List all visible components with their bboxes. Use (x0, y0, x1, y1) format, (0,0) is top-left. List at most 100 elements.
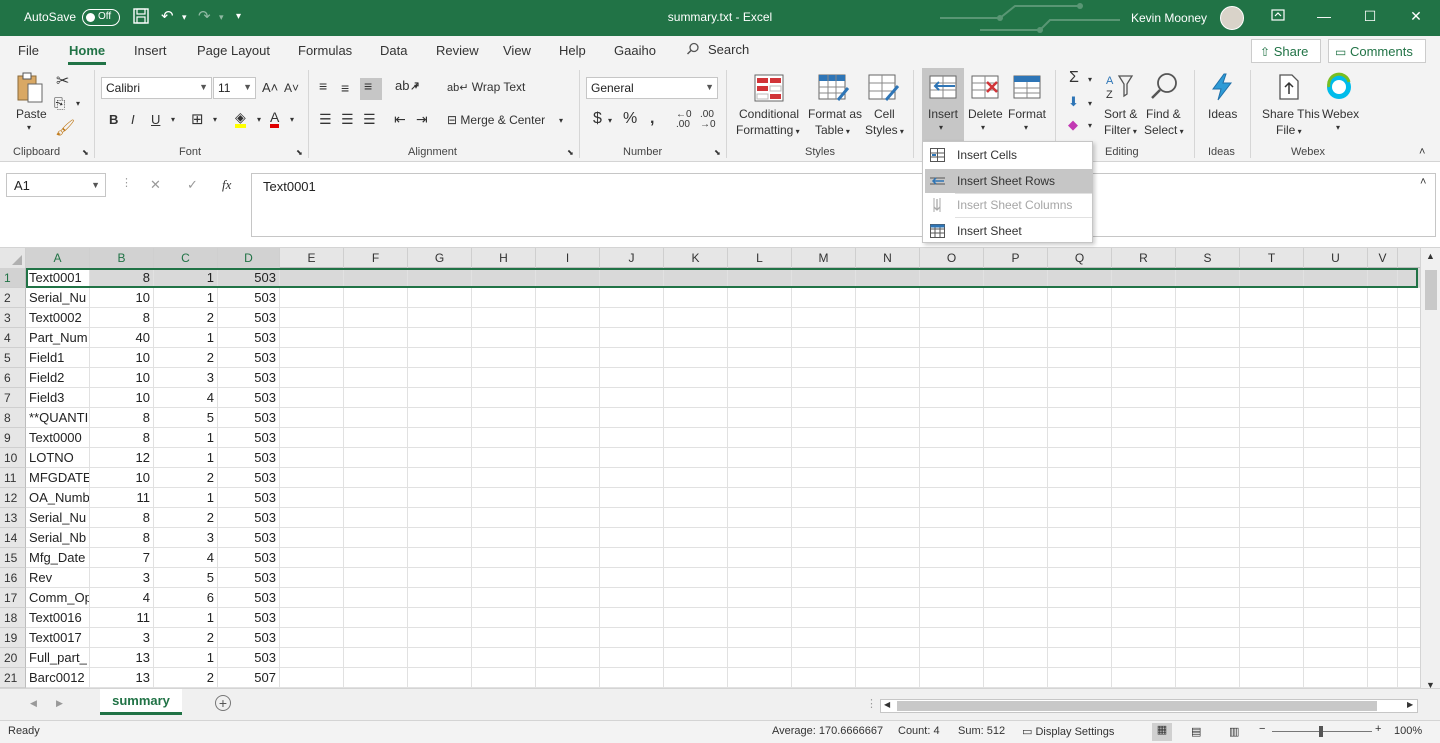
grid-cell[interactable] (984, 608, 1048, 628)
grid-cell[interactable] (1048, 608, 1112, 628)
grid-cell[interactable] (1304, 388, 1368, 408)
grid-cell[interactable] (984, 648, 1048, 668)
customize-toolbar-icon[interactable]: ▾ (236, 11, 241, 22)
grid-cell[interactable] (856, 648, 920, 668)
scroll-right-icon[interactable]: ▶ (1407, 700, 1413, 709)
percent-icon[interactable]: % (623, 110, 637, 128)
undo-dropdown-icon[interactable]: ▾ (182, 12, 187, 23)
grid-cell[interactable] (664, 288, 728, 308)
tab-file[interactable]: File (18, 43, 39, 58)
grid-cell[interactable] (1176, 488, 1240, 508)
grid-cell[interactable] (600, 468, 664, 488)
grid-cell[interactable] (920, 308, 984, 328)
sort-filter-label-1[interactable]: Sort & (1104, 107, 1137, 121)
grid-cell[interactable] (792, 328, 856, 348)
format-cells-label[interactable]: Format (1008, 107, 1046, 121)
merge-center-button[interactable]: ⊟ Merge & Center (447, 113, 545, 127)
grid-cell[interactable]: 2 (154, 308, 218, 328)
grid-cell[interactable] (1176, 408, 1240, 428)
format-as-table-icon[interactable] (818, 74, 850, 104)
grid-cell[interactable] (280, 508, 344, 528)
grid-cell[interactable] (728, 288, 792, 308)
column-header-u[interactable]: U (1304, 248, 1368, 268)
underline-dropdown-icon[interactable]: ▾ (171, 115, 175, 124)
grid-cell[interactable] (1112, 588, 1176, 608)
orientation-dropdown-icon[interactable]: ▾ (414, 82, 418, 91)
display-settings-button[interactable]: ▭ Display Settings (1022, 725, 1114, 738)
grid-cell[interactable] (728, 408, 792, 428)
prev-sheet-icon[interactable]: ◀ (30, 698, 37, 709)
grid-cell[interactable] (472, 528, 536, 548)
grid-cell[interactable] (1368, 628, 1398, 648)
page-break-view-icon[interactable]: ▥ (1229, 725, 1239, 738)
expand-formula-bar-icon[interactable]: ˄ (1420, 176, 1426, 188)
grid-cell[interactable] (408, 288, 472, 308)
grid-cell[interactable] (1368, 588, 1398, 608)
grid-cell[interactable] (536, 568, 600, 588)
grid-cell[interactable] (1112, 408, 1176, 428)
ribbon-display-icon[interactable] (1268, 8, 1288, 24)
grid-cell[interactable] (920, 448, 984, 468)
grid-cell[interactable] (1304, 348, 1368, 368)
fill-color-dropdown-icon[interactable]: ▾ (257, 115, 261, 124)
borders-dropdown-icon[interactable]: ▾ (213, 115, 217, 124)
grid-cell[interactable] (728, 508, 792, 528)
grid-cell[interactable] (1368, 508, 1398, 528)
fill-dropdown-icon[interactable]: ▾ (1088, 99, 1092, 108)
grid-cell[interactable]: 503 (218, 328, 280, 348)
grid-cell[interactable] (344, 408, 408, 428)
enter-icon[interactable]: ✓ (187, 177, 198, 193)
grid-cell[interactable]: 8 (90, 428, 154, 448)
grid-cell[interactable]: Serial_Nu (26, 288, 90, 308)
grid-cell[interactable] (1368, 448, 1398, 468)
grid-cell[interactable] (792, 548, 856, 568)
grid-cell[interactable] (664, 328, 728, 348)
row-header[interactable]: 19 (0, 628, 26, 648)
grid-cell[interactable] (344, 308, 408, 328)
sort-filter-button[interactable]: Filter ▾ (1104, 123, 1137, 137)
grid-cell[interactable] (1048, 468, 1112, 488)
grid-cell[interactable] (728, 388, 792, 408)
grid-cell[interactable] (536, 388, 600, 408)
grid-cell[interactable]: 3 (154, 528, 218, 548)
grid-cell[interactable] (792, 608, 856, 628)
fill-color-icon[interactable]: ◈ (235, 110, 246, 128)
grid-cell[interactable] (600, 648, 664, 668)
grid-cell[interactable] (536, 268, 600, 288)
grid-cell[interactable] (856, 528, 920, 548)
grid-cell[interactable] (344, 648, 408, 668)
grid-cell[interactable] (408, 368, 472, 388)
grid-cell[interactable] (600, 328, 664, 348)
minimize-icon[interactable]: — (1314, 8, 1334, 24)
grid-cell[interactable]: 8 (90, 408, 154, 428)
grid-cell[interactable] (1368, 328, 1398, 348)
grid-cell[interactable]: Text0017 (26, 628, 90, 648)
column-header-p[interactable]: P (984, 248, 1048, 268)
vertical-scroll-thumb[interactable] (1425, 270, 1437, 310)
grid-cell[interactable] (792, 288, 856, 308)
grid-cell[interactable]: 3 (90, 628, 154, 648)
column-header-c[interactable]: C (154, 248, 218, 268)
grid-cell[interactable] (1304, 408, 1368, 428)
grid-cell[interactable] (1240, 628, 1304, 648)
grid-cell[interactable] (728, 568, 792, 588)
font-launcher-icon[interactable]: ⬊ (296, 148, 303, 157)
grid-cell[interactable]: 2 (154, 468, 218, 488)
grid-cell[interactable] (1112, 488, 1176, 508)
grid-cell[interactable] (1176, 468, 1240, 488)
grid-cell[interactable]: 507 (218, 668, 280, 688)
grid-cell[interactable]: 10 (90, 368, 154, 388)
column-header-a[interactable]: A (26, 248, 90, 268)
grid-cell[interactable] (1176, 608, 1240, 628)
decrease-decimal-icon[interactable]: .00 →0 (700, 110, 716, 130)
grid-cell[interactable] (984, 308, 1048, 328)
grid-cell[interactable] (1240, 568, 1304, 588)
grid-cell[interactable] (728, 528, 792, 548)
webex-icon[interactable] (1324, 72, 1356, 102)
grid-cell[interactable] (1112, 568, 1176, 588)
grid-cell[interactable] (728, 588, 792, 608)
grid-cell[interactable] (344, 548, 408, 568)
grid-cell[interactable]: 2 (154, 348, 218, 368)
grid-cell[interactable]: Text0002 (26, 308, 90, 328)
grid-cell[interactable] (1112, 428, 1176, 448)
